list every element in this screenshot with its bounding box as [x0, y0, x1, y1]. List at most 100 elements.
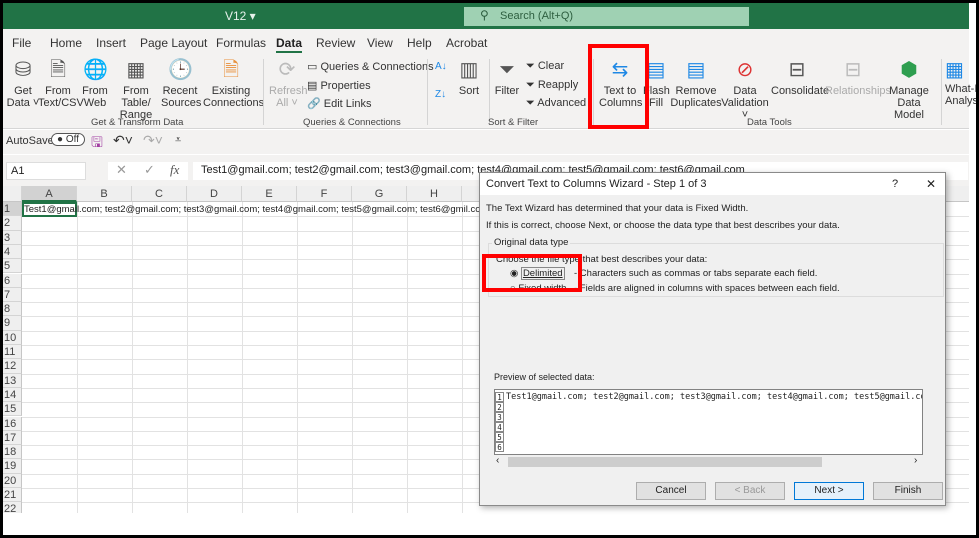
undo-icon[interactable]: ↶˅ [113, 132, 133, 149]
row-header[interactable]: 9 [3, 316, 22, 331]
connections-icon: 🗎 [222, 59, 240, 81]
row-header[interactable]: 21 [3, 488, 22, 503]
row-header[interactable]: 11 [3, 345, 22, 360]
scroll-left-icon[interactable]: ‹ [496, 455, 499, 466]
relationships-button[interactable]: ⊟ Relationships [825, 57, 891, 97]
row-header[interactable]: 4 [3, 244, 22, 260]
refresh-icon: ⟳ [278, 59, 296, 81]
file-name[interactable]: V12 ▾ [225, 9, 256, 23]
recent-sources-button[interactable]: 🕒 Recent Sources [161, 57, 201, 109]
next-button[interactable]: Next > [794, 482, 864, 500]
customize-qat-icon[interactable]: ⩡ [175, 134, 181, 147]
consolidate-icon: ⊟ [788, 59, 806, 81]
column-header[interactable]: D [187, 186, 242, 202]
row-header[interactable]: 19 [3, 459, 22, 474]
from-table-range-button[interactable]: ▦ From Table/Range [111, 57, 161, 121]
tab-formulas[interactable]: Formulas [216, 36, 266, 50]
column-header[interactable]: E [242, 186, 297, 202]
preview-label: Preview of selected data: [494, 372, 595, 382]
tab-view[interactable]: View [367, 36, 393, 50]
ribbon: ⛁ Get Data ˅ 🗎 From Text/CSV 🌐 From Web ▦ From … [3, 53, 979, 129]
column-header[interactable]: A [22, 186, 77, 202]
data-validation-button[interactable]: ⊘ Data Validation ˅ [719, 57, 771, 121]
select-all[interactable] [3, 186, 22, 202]
redo-icon[interactable]: ↷˅ [143, 132, 163, 149]
tab-home[interactable]: Home [50, 36, 82, 50]
cancel-button[interactable]: Cancel [636, 482, 706, 500]
help-button[interactable]: ? [892, 178, 898, 190]
row-header[interactable]: 20 [3, 473, 22, 488]
row-header[interactable]: 12 [3, 359, 22, 374]
scroll-right-icon[interactable]: › [914, 455, 917, 466]
row-header[interactable]: 2 [3, 216, 22, 231]
existing-connections-button[interactable]: 🗎 Existing Connections [203, 57, 264, 109]
enter-icon[interactable]: ✓ [144, 162, 155, 178]
finish-button[interactable]: Finish [873, 482, 943, 500]
manage-data-model-button[interactable]: ⬢ Manage Data Model [883, 57, 935, 121]
consolidate-button[interactable]: ⊟ Consolidate [771, 57, 829, 97]
clear-button[interactable]: ⏷ Clear [526, 60, 564, 73]
preview-box[interactable]: 1 Test1@gmail.com; test2@gmail.com; test3… [494, 389, 923, 455]
tab-insert[interactable]: Insert [96, 36, 126, 50]
column-header[interactable]: F [297, 186, 352, 202]
row-header[interactable]: 8 [3, 302, 22, 317]
column-header[interactable]: C [132, 186, 187, 202]
row-header[interactable]: 1 [3, 202, 22, 217]
data-validation-icon: ⊘ [736, 59, 754, 81]
search-box[interactable]: ⚲ Search (Alt+Q) [464, 7, 749, 26]
tab-help[interactable]: Help [407, 36, 432, 50]
save-icon[interactable]: 🖫 [91, 132, 103, 156]
tab-acrobat[interactable]: Acrobat [446, 36, 487, 50]
refresh-all-button[interactable]: ⟳ Refresh All ˅ [269, 57, 308, 109]
back-button[interactable]: < Back [715, 482, 785, 500]
column-header[interactable]: G [352, 186, 407, 202]
column-header[interactable]: B [77, 186, 132, 202]
clock-icon: 🕒 [168, 59, 193, 81]
cell-a1[interactable]: Test1@gmail.com; test2@gmail.com; test3@… [24, 204, 488, 215]
advanced-button[interactable]: ⏷ Advanced [526, 97, 586, 110]
autosave-toggle[interactable]: ● Off [51, 133, 85, 146]
row-header[interactable]: 3 [3, 230, 22, 245]
from-text-csv-button[interactable]: 🗎 From Text/CSV [38, 57, 84, 109]
tab-file[interactable]: File [12, 36, 31, 50]
group-label-sort-filter: Sort & Filter [488, 117, 539, 128]
name-box[interactable]: A1 [6, 162, 86, 180]
remove-duplicates-icon: ▤ [686, 59, 706, 81]
row-header[interactable]: 14 [3, 387, 22, 403]
row-header[interactable]: 17 [3, 430, 22, 446]
sort-z-a-icon[interactable]: Z↓ [435, 89, 446, 100]
funnel-icon: ⏷ [499, 59, 515, 81]
edit-links-button[interactable]: 🔗 Edit Links [307, 97, 371, 110]
cancel-icon[interactable]: ✕ [116, 162, 127, 178]
insert-function-icon[interactable]: fx [170, 162, 179, 178]
table-icon: ▦ [126, 59, 146, 81]
reapply-button[interactable]: ⏷ Reapply [526, 79, 578, 92]
what-if-analysis-button[interactable]: ▦What-IfAnalysis [945, 57, 979, 107]
remove-duplicates-button[interactable]: ▤ Remove Duplicates [670, 57, 722, 109]
group-label-get-transform: Get & Transform Data [91, 117, 184, 128]
get-data-button[interactable]: ⛁ Get Data ˅ [6, 57, 40, 109]
highlight-text-to-columns [588, 44, 649, 129]
row-header[interactable]: 18 [3, 445, 22, 460]
row-header[interactable]: 22 [3, 502, 22, 513]
row-header[interactable]: 15 [3, 402, 22, 417]
preview-scrollbar[interactable] [508, 457, 822, 467]
sort-a-z-icon[interactable]: A↓ [435, 61, 447, 72]
tab-data[interactable]: Data [276, 36, 303, 53]
column-header[interactable]: H [407, 186, 462, 202]
close-button[interactable]: ✕ [926, 177, 936, 191]
row-header[interactable]: 10 [3, 330, 22, 345]
row-header[interactable]: 7 [3, 287, 22, 303]
row-header[interactable]: 6 [3, 273, 22, 288]
row-header[interactable]: 16 [3, 416, 22, 431]
properties-button[interactable]: ▤ Properties [307, 79, 371, 92]
sort-button[interactable]: ▥ Sort [455, 57, 483, 97]
filter-button[interactable]: ⏷ Filter [492, 57, 522, 97]
tab-page-layout[interactable]: Page Layout [140, 36, 207, 50]
from-web-button[interactable]: 🌐 From Web [80, 57, 110, 109]
queries-connections-button[interactable]: ▭ Queries & Connections [307, 60, 434, 73]
preview-row: Test1@gmail.com; test2@gmail.com; test3@… [506, 392, 923, 402]
tab-review[interactable]: Review [316, 36, 355, 50]
row-header[interactable]: 5 [3, 259, 22, 274]
row-header[interactable]: 13 [3, 373, 22, 388]
